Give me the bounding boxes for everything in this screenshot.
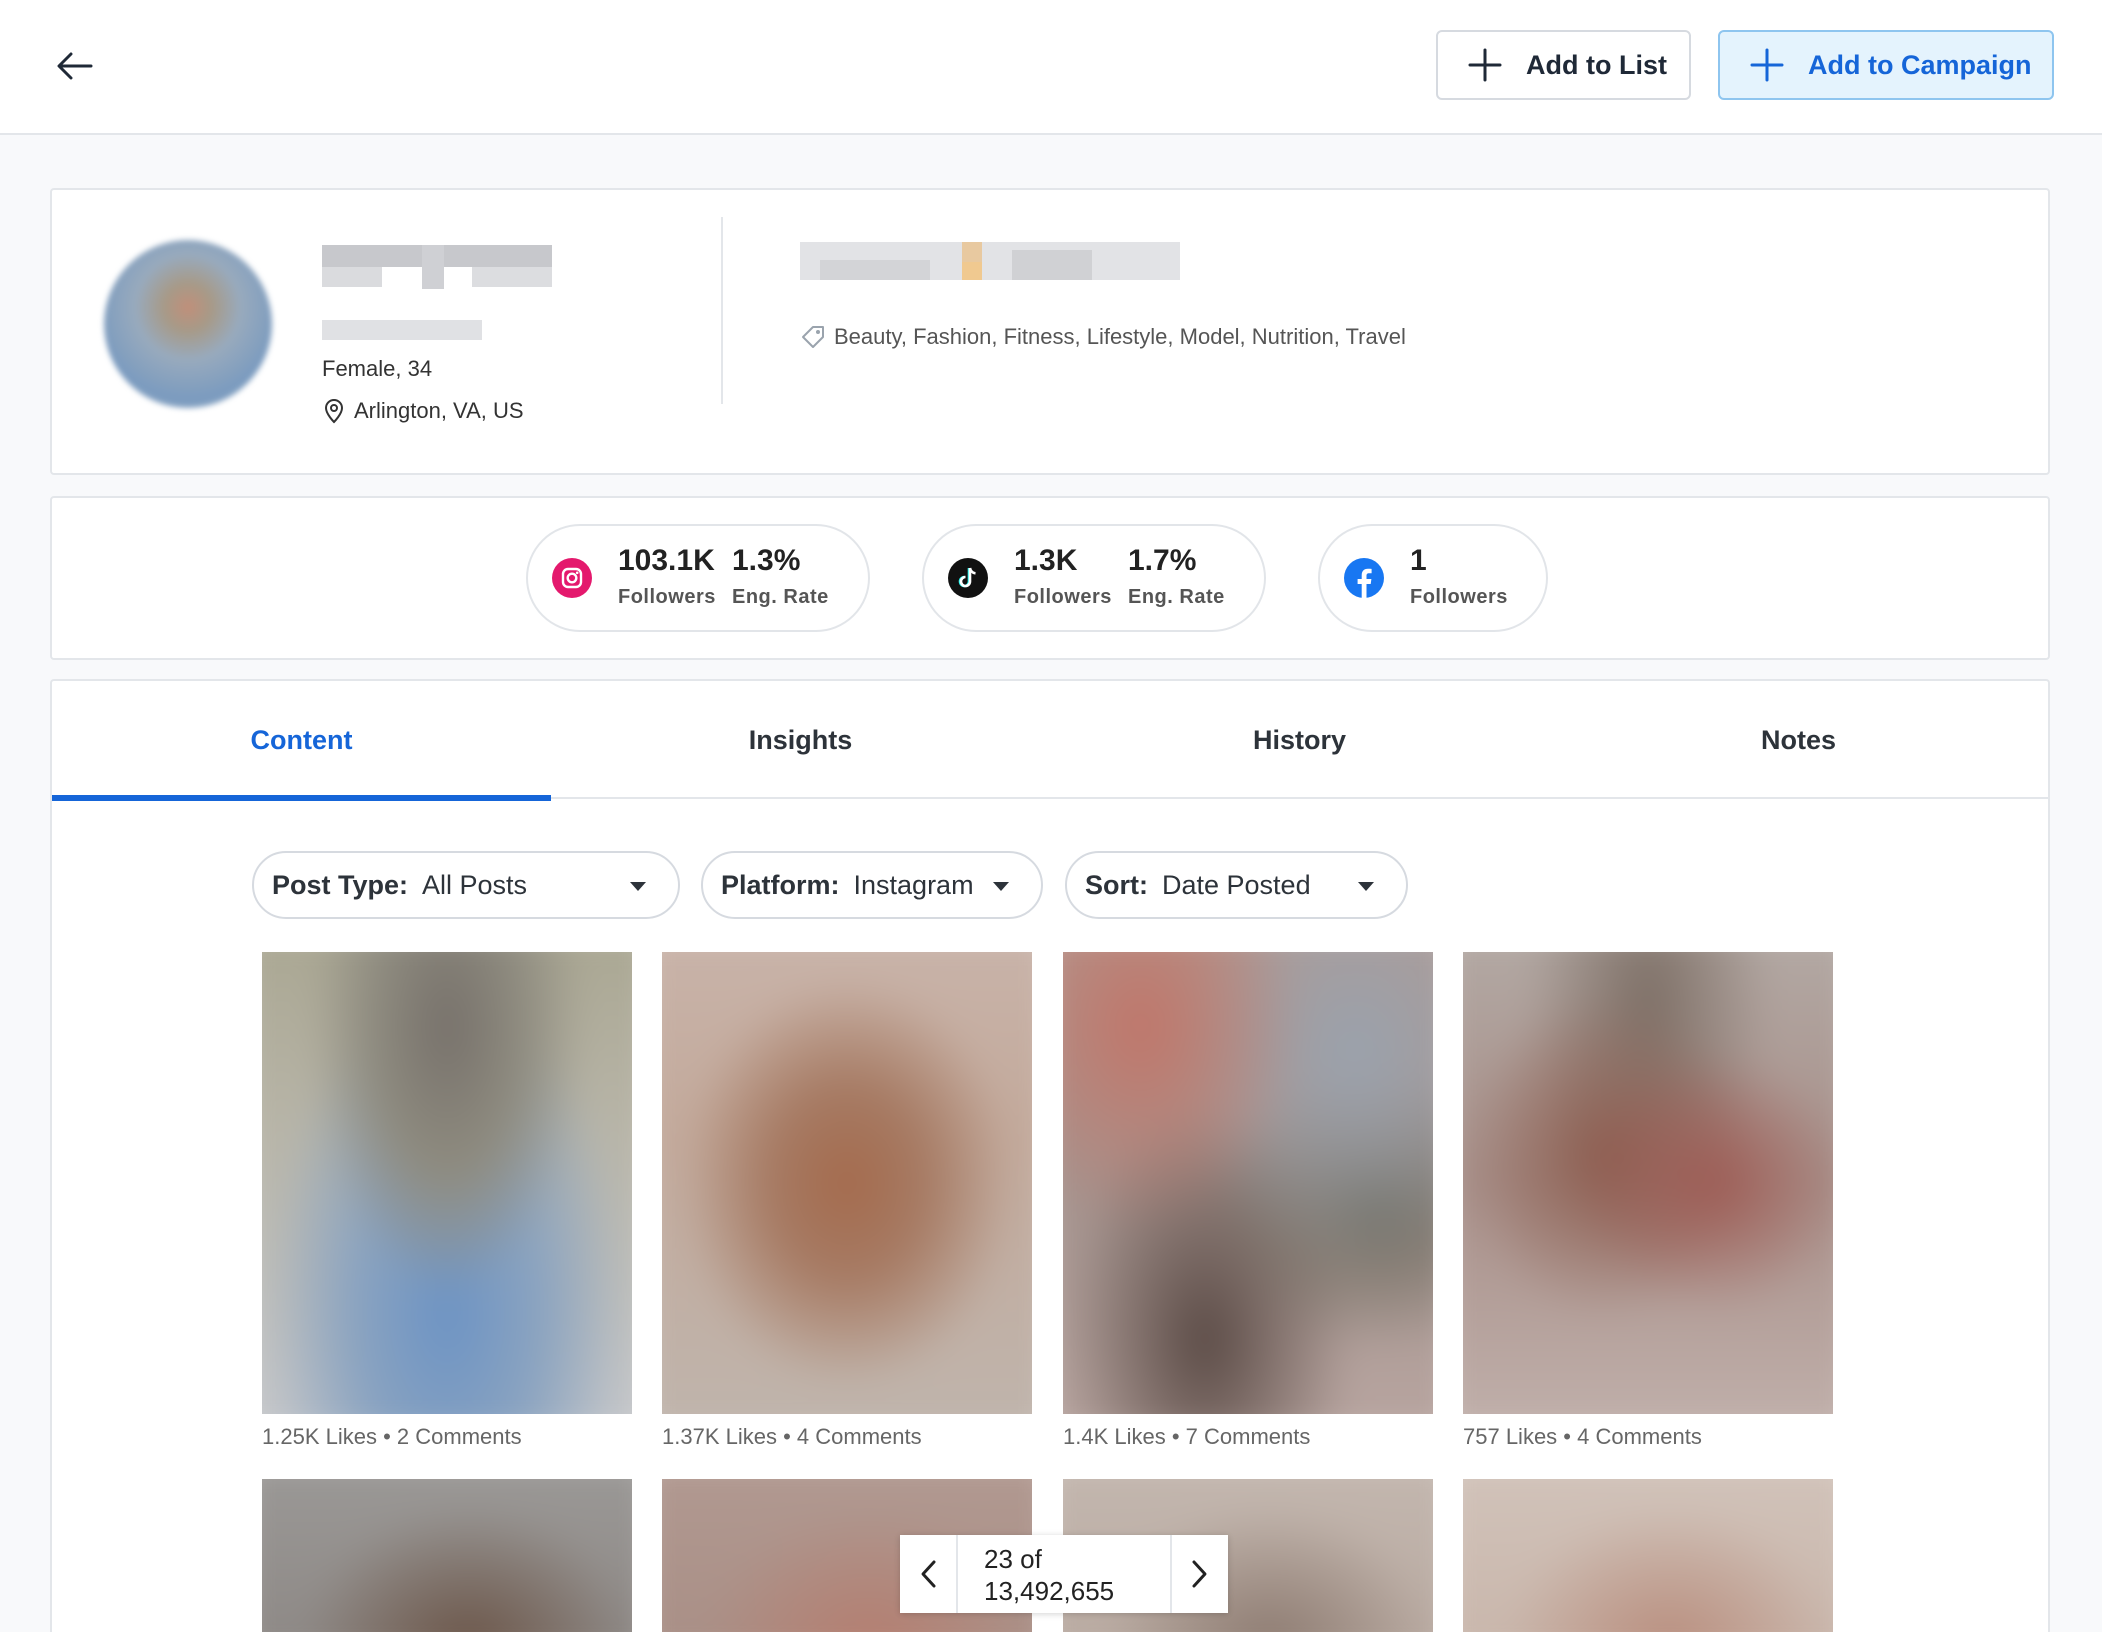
post-type-filter-key: Post Type: [272, 869, 409, 900]
post-thumbnail[interactable] [662, 952, 1032, 1414]
tab-bar: Content Insights History Notes [52, 681, 2048, 801]
pager-position: 23 of 13,492,655 [956, 1535, 1172, 1613]
avatar [104, 240, 272, 408]
categories-text: Beauty, Fashion, Fitness, Lifestyle, Mod… [834, 324, 1406, 349]
post-comments: 2 Comments [396, 1424, 522, 1449]
facebook-icon [1344, 558, 1384, 598]
post-comments: 4 Comments [1577, 1424, 1702, 1449]
sort-filter[interactable]: Sort: Date Posted [1065, 851, 1408, 919]
post-likes: 1.25K Likes [262, 1424, 377, 1449]
post-type-filter[interactable]: Post Type: All Posts [252, 851, 680, 919]
tag-icon [802, 326, 824, 348]
instagram-followers-label: Followers [618, 586, 716, 608]
sort-filter-value: Date Posted [1162, 869, 1311, 900]
platform-stats-card: 103.1K Followers 1.3% Eng. Rate 1.3K Fol… [50, 496, 2050, 660]
next-button[interactable] [1172, 1535, 1228, 1613]
post-likes: 757 Likes [1463, 1424, 1558, 1449]
post-stats: 1.4K Likes • 7 Comments [1063, 1424, 1311, 1449]
sort-filter-key: Sort: [1085, 869, 1148, 900]
post-stats: 757 Likes • 4 Comments [1463, 1424, 1702, 1449]
arrow-left-icon [57, 52, 93, 80]
caret-down-icon [630, 882, 646, 891]
instagram-stats[interactable]: 103.1K Followers 1.3% Eng. Rate [526, 524, 870, 632]
post-thumbnail[interactable] [1463, 1479, 1833, 1632]
tiktok-followers-label: Followers [1014, 586, 1112, 608]
tab-content-label: Content [250, 724, 353, 755]
post-thumbnail[interactable] [262, 1479, 632, 1632]
chevron-right-icon [1192, 1560, 1207, 1588]
plus-icon [1750, 48, 1784, 82]
tab-insights[interactable]: Insights [551, 681, 1050, 799]
top-bar: Add to List Add to Campaign [0, 0, 2102, 135]
content-panel: Content Insights History Notes Post Type… [50, 679, 2050, 1632]
categories: Beauty, Fashion, Fitness, Lifestyle, Mod… [800, 324, 1406, 350]
back-button[interactable] [50, 45, 100, 87]
post-likes: 1.4K Likes [1063, 1424, 1166, 1449]
post-thumbnail[interactable] [1463, 952, 1833, 1414]
post-thumbnail[interactable] [262, 952, 632, 1414]
tiktok-icon [948, 558, 988, 598]
tab-content[interactable]: Content [52, 681, 551, 801]
tab-history-label: History [1252, 724, 1347, 755]
divider [721, 217, 723, 404]
platform-filter-value: Instagram [853, 869, 974, 900]
post-stats: 1.25K Likes • 2 Comments [262, 1424, 522, 1449]
demographics: Female, 34 [322, 356, 433, 381]
previous-button[interactable] [900, 1535, 956, 1613]
caret-down-icon [993, 882, 1009, 891]
post-thumbnail[interactable] [1063, 952, 1433, 1414]
platform-filter[interactable]: Platform: Instagram [701, 851, 1043, 919]
post-comments: 4 Comments [796, 1424, 922, 1449]
pager-line-2: 13,492,655 [984, 1576, 1115, 1606]
caret-down-icon [1358, 882, 1374, 891]
instagram-icon [552, 558, 592, 598]
tiktok-eng-rate-label: Eng. Rate [1128, 586, 1225, 608]
add-to-campaign-label: Add to Campaign [1808, 49, 2032, 80]
location: Arlington, VA, US [322, 398, 524, 424]
tab-notes[interactable]: Notes [1549, 681, 2048, 799]
tab-notes-label: Notes [1760, 724, 1836, 755]
map-pin-icon [324, 399, 344, 424]
result-pager: 23 of 13,492,655 [900, 1535, 1228, 1613]
chevron-left-icon [921, 1560, 936, 1588]
instagram-eng-rate-value: 1.3% [732, 544, 801, 577]
plus-icon [1468, 48, 1502, 82]
tiktok-followers-value: 1.3K [1014, 544, 1078, 577]
add-to-list-button[interactable]: Add to List [1436, 30, 1691, 100]
platform-filter-key: Platform: [721, 869, 840, 900]
add-to-list-label: Add to List [1526, 49, 1667, 80]
facebook-followers-value: 1 [1410, 544, 1427, 577]
tiktok-stats[interactable]: 1.3K Followers 1.7% Eng. Rate [922, 524, 1266, 632]
tab-insights-label: Insights [748, 724, 853, 755]
tiktok-eng-rate-value: 1.7% [1128, 544, 1197, 577]
facebook-followers-label: Followers [1410, 586, 1508, 608]
add-to-campaign-button[interactable]: Add to Campaign [1718, 30, 2054, 100]
profile-card: Female, 34 Arlington, VA, US Beauty, Fas… [50, 188, 2050, 475]
location-text: Arlington, VA, US [354, 398, 524, 423]
pager-line-1: 23 of [984, 1544, 1042, 1574]
instagram-eng-rate-label: Eng. Rate [732, 586, 829, 608]
facebook-stats[interactable]: 1 Followers [1318, 524, 1548, 632]
post-likes: 1.37K Likes [662, 1424, 777, 1449]
post-type-filter-value: All Posts [422, 869, 528, 900]
tab-history[interactable]: History [1050, 681, 1549, 799]
post-comments: 7 Comments [1185, 1424, 1311, 1449]
post-stats: 1.37K Likes • 4 Comments [662, 1424, 922, 1449]
instagram-followers-value: 103.1K [618, 544, 715, 577]
